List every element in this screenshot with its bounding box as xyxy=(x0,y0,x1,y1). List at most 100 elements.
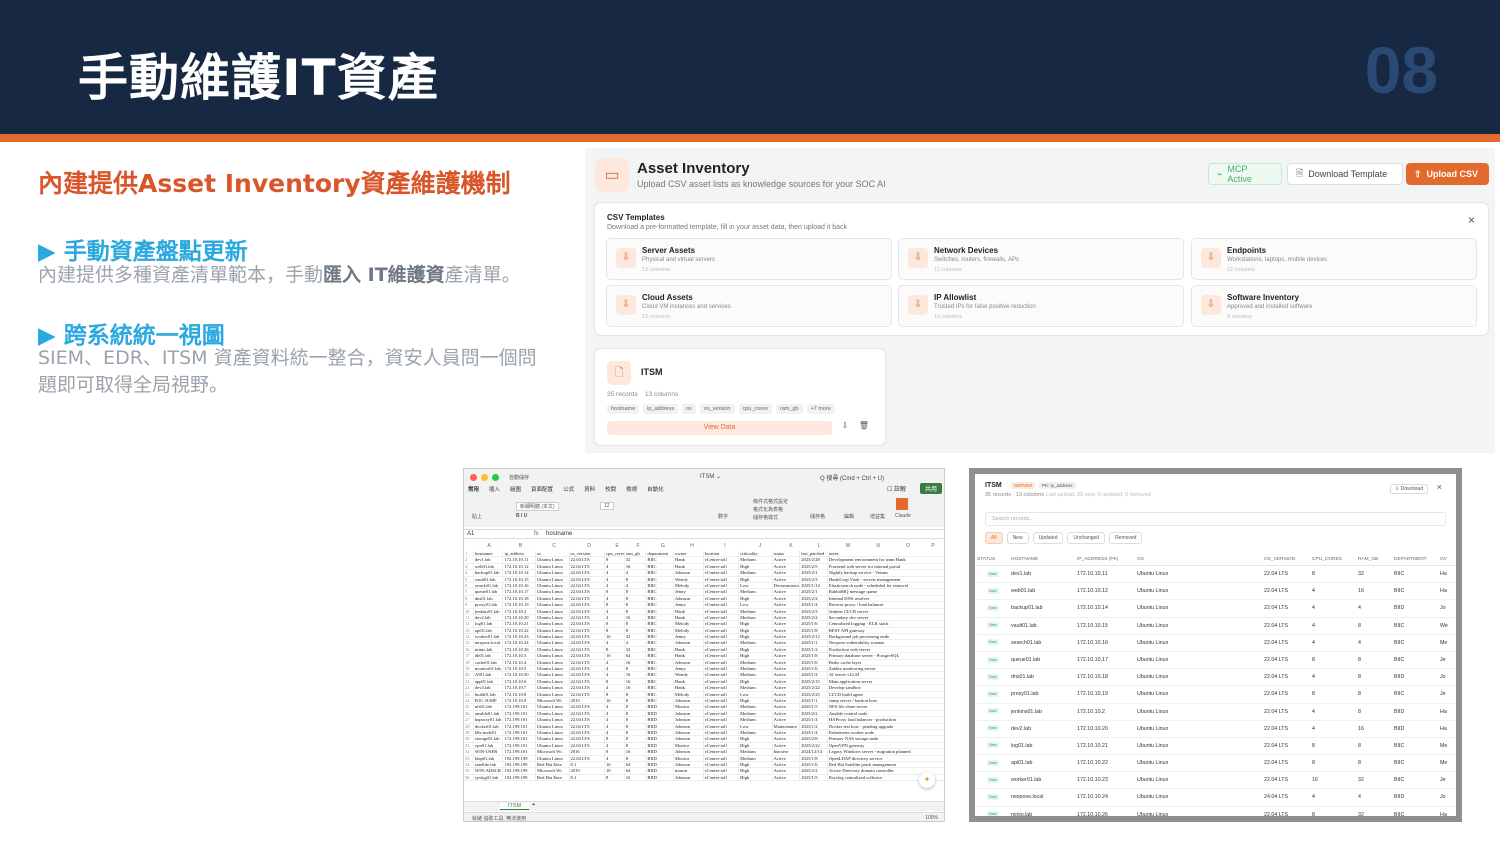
view-data-button[interactable]: View Data xyxy=(607,421,832,435)
cell[interactable]: docker01.lab xyxy=(474,723,504,729)
cell[interactable]: BIIC xyxy=(646,678,675,685)
row-number[interactable]: 3 xyxy=(464,563,474,570)
add-sheet-icon[interactable]: + xyxy=(532,802,535,808)
cell[interactable]: Johnson xyxy=(674,749,704,755)
cell[interactable]: 8 xyxy=(605,589,625,595)
cell[interactable]: 8 xyxy=(625,691,647,697)
column-letter[interactable]: J xyxy=(743,543,777,550)
cell[interactable]: Johnson xyxy=(674,697,704,704)
cell[interactable]: Ubuntu Linux xyxy=(536,557,570,563)
cell[interactable]: Active xyxy=(773,659,801,666)
column-header[interactable]: OS_VERSION xyxy=(1264,554,1312,565)
cell[interactable]: vCenter-toll xyxy=(704,717,740,723)
cell[interactable]: 4 xyxy=(605,710,625,717)
cell[interactable]: vCenter-toll xyxy=(704,749,740,755)
cell[interactable]: 172.10.10.26 xyxy=(503,646,536,653)
cell[interactable]: Active xyxy=(773,614,801,621)
cell[interactable]: 192.199.199 xyxy=(503,774,536,781)
row-number[interactable]: 5 xyxy=(464,576,474,582)
cell[interactable]: 22.04 LTS xyxy=(570,614,605,621)
cell[interactable]: storage01.lab xyxy=(474,736,504,742)
cell[interactable]: Active xyxy=(773,761,801,768)
cell[interactable]: vCenter-toll xyxy=(704,595,740,602)
cell[interactable]: 8 xyxy=(625,595,647,602)
cell[interactable]: minio.lab xyxy=(474,646,504,653)
cell[interactable]: ansible01.lab xyxy=(474,710,504,717)
cell[interactable]: Redis cache layer xyxy=(828,660,944,665)
column-letter[interactable]: O xyxy=(893,543,923,550)
cell[interactable]: Active xyxy=(773,729,801,736)
cell[interactable]: BIIC xyxy=(646,602,675,608)
cell[interactable]: 4 xyxy=(605,755,625,761)
cell[interactable]: Hank xyxy=(674,685,704,691)
format-as-table[interactable]: 格式化為表格 xyxy=(753,506,783,513)
cell[interactable]: Ubuntu Linux xyxy=(536,627,570,634)
cell[interactable]: Wendy xyxy=(674,672,704,678)
cell[interactable]: 22.04 LTS xyxy=(570,563,605,570)
cell[interactable]: Medium xyxy=(739,749,773,755)
table-row[interactable]: New search01.lab 172.10.10.16 Ubuntu Linux 2… xyxy=(975,635,1456,652)
font-size-select[interactable]: 12 xyxy=(600,502,614,510)
cell[interactable]: 172.10.10.21 xyxy=(503,621,536,627)
cell[interactable]: Ubuntu Linux xyxy=(536,640,570,646)
cell[interactable]: Monica xyxy=(674,755,704,761)
cell[interactable]: vCenter-toll xyxy=(704,736,740,742)
cell[interactable]: 172.10.10.8 xyxy=(503,691,536,697)
cell[interactable]: 22.04 LTS xyxy=(570,685,605,691)
upload-csv-button[interactable]: ⇧ Upload CSV xyxy=(1406,163,1489,185)
cell[interactable]: 2025/2/22 xyxy=(800,742,828,749)
cell[interactable]: 2025/1/14 xyxy=(800,582,828,589)
cell[interactable]: owner xyxy=(674,551,704,557)
column-letter[interactable]: H xyxy=(677,543,707,550)
cell[interactable]: vCenter-toll xyxy=(704,582,740,589)
cell[interactable]: Melody xyxy=(674,627,704,634)
table-row[interactable]: New worker01.lab 172.10.10.23 Ubuntu Linux 2… xyxy=(975,772,1456,790)
cell[interactable]: dev3.lab xyxy=(474,685,504,691)
cell[interactable]: Medium xyxy=(739,614,773,621)
cell[interactable]: 22.04 LTS xyxy=(570,742,605,749)
cell[interactable]: vCenter-toll xyxy=(704,563,740,570)
cell[interactable]: 4 xyxy=(605,608,625,614)
cell[interactable]: Ubuntu Linux xyxy=(536,672,570,678)
cell[interactable]: 2025/2/12 xyxy=(800,634,828,640)
cell[interactable]: vCenter-toll xyxy=(704,653,740,659)
claude-icon[interactable] xyxy=(896,498,908,510)
row-number[interactable]: 35 xyxy=(464,768,474,774)
cell[interactable]: Medium xyxy=(739,672,773,678)
cell[interactable]: 172.10.10.24 xyxy=(503,640,536,646)
cell[interactable]: Active xyxy=(773,653,801,659)
cell[interactable]: Ubuntu Linux xyxy=(536,589,570,595)
cell[interactable]: Active xyxy=(773,691,801,697)
cell[interactable]: 22.04 LTS xyxy=(570,710,605,717)
cell[interactable]: Johnson xyxy=(674,736,704,742)
cell[interactable]: Medium xyxy=(739,557,773,563)
cell[interactable]: Hank xyxy=(674,614,704,621)
cell[interactable]: 8 xyxy=(625,704,647,710)
cell[interactable]: 22.04 LTS xyxy=(570,736,605,742)
table-row[interactable]: New web01.lab 172.10.10.12 Ubuntu Linux 22.0… xyxy=(975,583,1456,601)
cell[interactable]: High xyxy=(739,761,773,768)
cell[interactable]: 4 xyxy=(605,742,625,749)
cell[interactable]: Low xyxy=(739,723,773,729)
cell[interactable]: 16 xyxy=(625,672,647,678)
minimize-dot[interactable] xyxy=(481,474,488,481)
cell[interactable]: BIID xyxy=(646,755,675,761)
cell[interactable]: REST API gateway xyxy=(828,628,944,633)
row-number[interactable]: 14 xyxy=(464,634,474,640)
maximize-dot[interactable] xyxy=(492,474,499,481)
cell[interactable]: Low xyxy=(739,691,773,697)
cell[interactable]: Johnson xyxy=(674,595,704,602)
column-letter[interactable]: D xyxy=(571,543,607,550)
cell[interactable]: High xyxy=(739,595,773,602)
cell[interactable]: Main application server xyxy=(828,679,944,684)
cell[interactable]: 22.04 LTS xyxy=(570,621,605,627)
cell[interactable]: BIID xyxy=(646,729,675,736)
column-letter[interactable]: E xyxy=(607,543,627,550)
cell[interactable]: Jump server / bastion host xyxy=(828,698,944,703)
number-format[interactable]: 數字 xyxy=(718,513,728,520)
cell[interactable]: Johnson xyxy=(674,774,704,781)
cell[interactable]: 172.10.10.19 xyxy=(503,602,536,608)
cell[interactable]: build01.lab xyxy=(474,691,504,697)
cell[interactable]: Active xyxy=(773,755,801,761)
cell[interactable]: Hank xyxy=(674,646,704,653)
